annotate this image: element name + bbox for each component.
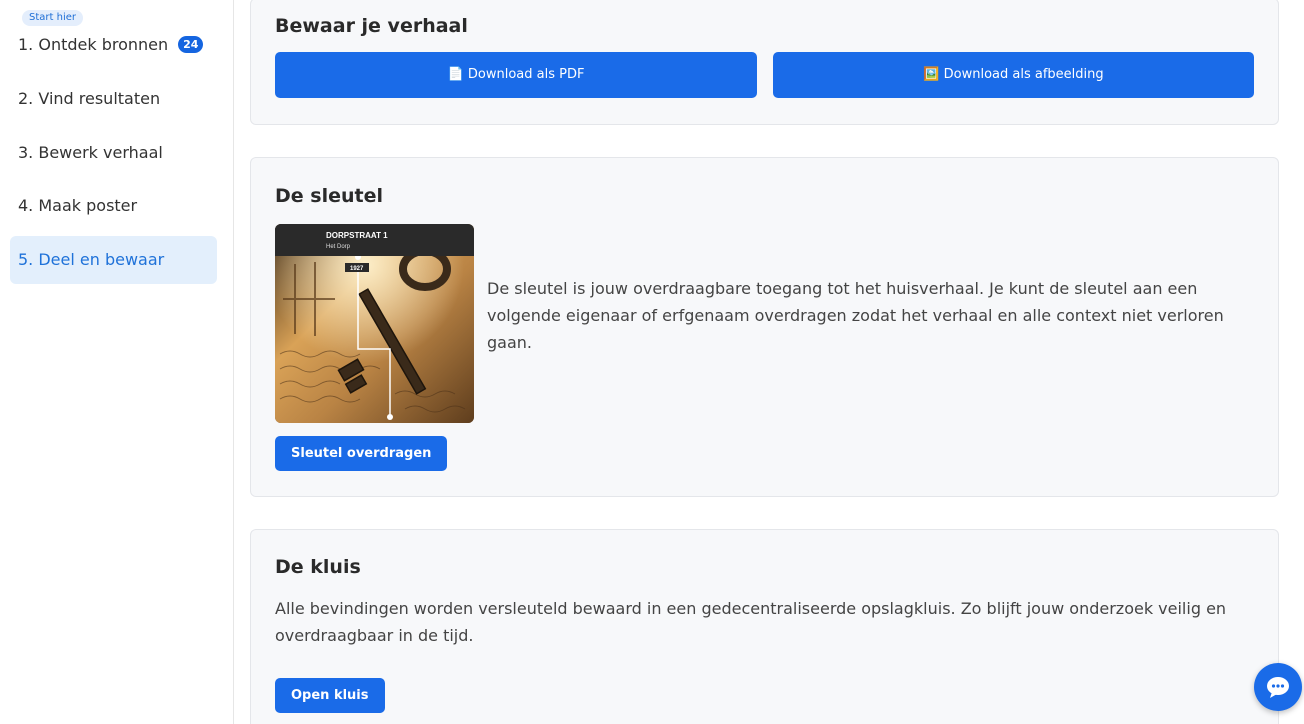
save-story-card: Bewaar je verhaal 📄 Download als PDF 🖼️ … [250,0,1279,125]
page: Start hier 1. Ontdek bronnen 24 2. Vind r… [0,0,1304,724]
vault-card: De kluis Alle bevindingen worden versleu… [250,529,1279,724]
open-vault-button[interactable]: Open kluis [275,678,385,713]
sidebar-item-label: 4. Maak poster [18,196,138,215]
key-description: De sleutel is jouw overdraagbare toegang… [487,279,1224,352]
sidebar-item-bewerk-verhaal[interactable]: 3. Bewerk verhaal [10,129,217,177]
transfer-key-button[interactable]: Sleutel overdragen [275,436,448,471]
poster-year: 1927 [350,266,364,272]
download-image-label: Download als afbeelding [943,67,1104,82]
sources-count-badge: 24 [178,36,204,53]
poster-heading: DORPSTRAAT 1 [326,231,388,240]
document-icon: 📄 [447,67,464,82]
sidebar-item-label: 3. Bewerk verhaal [18,143,163,162]
vault-description: Alle bevindingen worden versleuteld bewa… [275,599,1227,645]
key-poster-illustration: DORPSTRAAT 1 Het Dorp 1927 [275,224,474,423]
sidebar-item-maak-poster[interactable]: 4. Maak poster [10,182,217,230]
sidebar-item-deel-en-bewaar[interactable]: 5. Deel en bewaar [10,236,217,284]
key-poster-image: DORPSTRAAT 1 Het Dorp 1927 [275,224,474,423]
sidebar-item-label: 2. Vind resultaten [18,89,161,108]
sidebar: Start hier 1. Ontdek bronnen 24 2. Vind r… [0,0,234,724]
sidebar-item-label: 5. Deel en bewaar [18,250,165,269]
key-card: De sleutel DORPSTRAAT 1 Het Dorp 1927 De… [250,157,1279,497]
chat-button[interactable] [1254,663,1302,711]
download-pdf-button[interactable]: 📄 Download als PDF [275,52,757,98]
sidebar-item-ontdek-bronnen[interactable]: 1. Ontdek bronnen 24 [10,21,217,69]
vault-title: De kluis [275,556,361,578]
poster-subheading: Het Dorp [326,244,351,250]
picture-icon: 🖼️ [923,67,940,82]
download-pdf-label: Download als PDF [467,67,585,82]
download-image-button[interactable]: 🖼️ Download als afbeelding [773,52,1254,98]
chat-bubble-icon [1267,677,1289,698]
save-story-title: Bewaar je verhaal [275,15,468,37]
sidebar-item-label: 1. Ontdek bronnen [18,35,169,54]
sidebar-item-vind-resultaten[interactable]: 2. Vind resultaten [10,75,217,123]
key-title: De sleutel [275,185,383,207]
